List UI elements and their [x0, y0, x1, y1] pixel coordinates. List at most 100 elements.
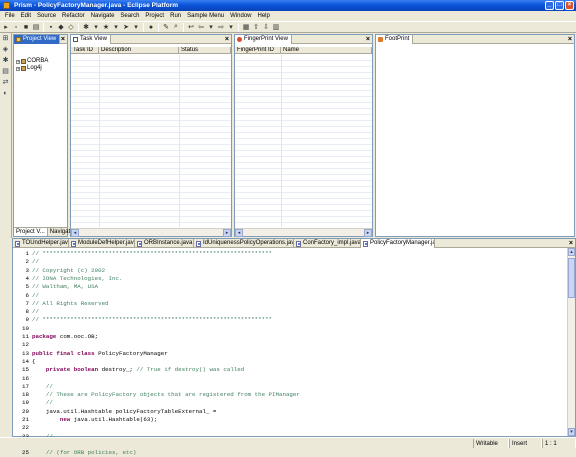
scroll-up-icon[interactable]: ▴ — [568, 248, 575, 256]
code-line[interactable]: 20 java.util.Hashtable policyFactoryTabl… — [13, 408, 216, 416]
editor-tab[interactable]: ORBInstance.java — [135, 239, 194, 248]
minimize-button[interactable]: _ — [545, 1, 554, 10]
menu-refactor[interactable]: Refactor — [59, 11, 88, 21]
new-class-icon[interactable]: ◆ — [57, 23, 65, 31]
save-icon[interactable]: ■ — [22, 23, 30, 31]
code-line[interactable]: 11 package com.ooc.OB; — [13, 333, 98, 341]
column-header-fingerprint-id[interactable]: FingerPrint ID — [235, 47, 281, 53]
menu-search[interactable]: Search — [117, 11, 142, 21]
fingerprint-view-close-icon[interactable]: × — [366, 35, 370, 44]
project-view-close-icon[interactable]: × — [61, 35, 65, 44]
menu-file[interactable]: File — [2, 11, 18, 21]
fingerprint-table-body[interactable] — [235, 55, 372, 227]
scroll-left-icon[interactable]: ◂ — [235, 229, 243, 237]
code-line[interactable]: 9// ************************************… — [13, 316, 273, 324]
back-dropdown-icon[interactable]: ▾ — [207, 23, 215, 31]
code-line[interactable]: 4// IONA Technologies, Inc. — [13, 275, 123, 283]
code-line[interactable]: 13 public final class PolicyFactoryManage… — [13, 350, 168, 358]
code-area[interactable]: 1// ************************************… — [13, 248, 567, 456]
last-edit-icon[interactable]: ↩ — [187, 23, 195, 31]
code-line[interactable]: 14{ — [13, 358, 35, 366]
editor-tab-active[interactable]: PolicyFactoryManager.java — [361, 239, 435, 248]
task-view-tab[interactable]: Task View — [71, 34, 111, 44]
external-tools-dropdown-icon[interactable]: ▾ — [132, 23, 140, 31]
code-line[interactable]: 5// Waltham, MA, USA — [13, 283, 99, 291]
menu-source[interactable]: Source — [34, 11, 59, 21]
debug-perspective-icon[interactable]: ✱ — [2, 57, 10, 65]
expand-icon[interactable]: + — [16, 59, 20, 64]
open-perspective-icon[interactable]: ⊞ — [2, 35, 10, 43]
scroll-left-icon[interactable]: ◂ — [71, 229, 79, 237]
sample-action-icon[interactable]: ● — [147, 23, 155, 31]
code-line[interactable]: 3// Copyright (c) 2002 — [13, 267, 106, 275]
java-perspective-icon[interactable]: ◈ — [2, 46, 10, 54]
menu-sample-menu[interactable]: Sample Menu — [184, 11, 227, 21]
prism-perspective-icon[interactable]: ◐ — [2, 90, 10, 98]
scroll-down-icon[interactable]: ▾ — [568, 428, 575, 436]
new-interface-icon[interactable]: ◇ — [67, 23, 75, 31]
footprint-view-close-icon[interactable]: × — [568, 35, 572, 44]
column-header-name[interactable]: Name — [281, 47, 372, 53]
task-view-close-icon[interactable]: × — [225, 35, 229, 44]
new-wizard-icon[interactable]: ▸ — [2, 23, 10, 31]
menu-help[interactable]: Help — [255, 11, 273, 21]
editor-vertical-scrollbar[interactable]: ▴ ▾ — [567, 248, 575, 436]
code-line[interactable]: 7// All Rights Reserved — [13, 300, 109, 308]
expand-icon[interactable]: + — [16, 66, 20, 71]
column-header-task-id[interactable]: Task ID — [71, 47, 99, 53]
code-line[interactable]: 12 — [13, 341, 32, 349]
external-tools-icon[interactable]: ➤ — [122, 23, 130, 31]
editor-close-icon[interactable]: × — [569, 239, 573, 248]
fingerprint-view-horizontal-scrollbar[interactable]: ◂ ▸ — [235, 228, 372, 237]
footprint-view-tab[interactable]: FootPrint — [376, 34, 414, 44]
back-icon[interactable]: ⇦ — [197, 23, 205, 31]
team-perspective-icon[interactable]: ⇄ — [2, 79, 10, 87]
code-line[interactable]: 15 private boolean destroy_; // True if … — [13, 366, 244, 374]
new-package-icon[interactable]: ▪ — [47, 23, 55, 31]
scroll-right-icon[interactable]: ▸ — [364, 229, 372, 237]
menu-navigate[interactable]: Navigate — [88, 11, 118, 21]
code-line[interactable]: 19 // — [13, 399, 53, 407]
close-button[interactable]: × — [565, 1, 574, 10]
menu-run[interactable]: Run — [167, 11, 184, 21]
resource-perspective-icon[interactable]: ▤ — [2, 68, 10, 76]
run-icon[interactable]: ★ — [102, 23, 110, 31]
code-line[interactable]: 1// ************************************… — [13, 250, 273, 258]
debug-dropdown-icon[interactable]: ▾ — [92, 23, 100, 31]
tree-item-log4j[interactable]: + Log4j — [16, 65, 42, 72]
scroll-track[interactable] — [79, 229, 223, 236]
code-line[interactable]: 17 // — [13, 383, 53, 391]
tree-item-corba[interactable]: + CORBA — [16, 58, 48, 65]
editor-tab[interactable]: IdUniquenessPolicyOperations.java — [194, 239, 294, 248]
run-dropdown-icon[interactable]: ▾ — [112, 23, 120, 31]
scroll-thumb[interactable] — [568, 258, 575, 298]
print-icon[interactable]: ▤ — [32, 23, 40, 31]
column-header-description[interactable]: Description — [99, 47, 179, 53]
task-table-body[interactable] — [71, 55, 231, 227]
code-line[interactable]: 25 // (for ORB policies, etc) — [13, 449, 136, 457]
debug-icon[interactable]: ✱ — [82, 23, 90, 31]
code-line[interactable]: 6// — [13, 292, 39, 300]
tab-project-view[interactable]: Project V... — [14, 228, 48, 236]
next-annotation-icon[interactable]: ⇧ — [252, 23, 260, 31]
pin-editor-icon[interactable]: ▦ — [242, 23, 250, 31]
editor-tab[interactable]: TOUndHelper.java — [13, 239, 69, 248]
menu-project[interactable]: Project — [142, 11, 167, 21]
menu-window[interactable]: Window — [227, 11, 254, 21]
code-line[interactable]: 16 — [13, 375, 32, 383]
search-icon[interactable]: ⌕ — [172, 23, 180, 31]
new-file-icon[interactable]: ▫ — [12, 23, 20, 31]
previous-annotation-icon[interactable]: ⇩ — [262, 23, 270, 31]
code-line[interactable]: 2// — [13, 258, 39, 266]
code-line[interactable]: 21 new java.util.Hashtable(63); — [13, 416, 157, 424]
show-source-icon[interactable]: ▥ — [272, 23, 280, 31]
task-view-horizontal-scrollbar[interactable]: ◂ ▸ — [71, 228, 231, 237]
forward-icon[interactable]: ⇨ — [217, 23, 225, 31]
scroll-right-icon[interactable]: ▸ — [223, 229, 231, 237]
forward-dropdown-icon[interactable]: ▾ — [227, 23, 235, 31]
editor-tab[interactable]: ModuleDefHelper.java — [69, 239, 135, 248]
editor-tab[interactable]: ConFactory_impl.java — [294, 239, 361, 248]
code-line[interactable]: 8// — [13, 308, 39, 316]
scroll-track[interactable] — [243, 229, 364, 236]
project-view-tab[interactable]: Project View — [14, 34, 61, 44]
